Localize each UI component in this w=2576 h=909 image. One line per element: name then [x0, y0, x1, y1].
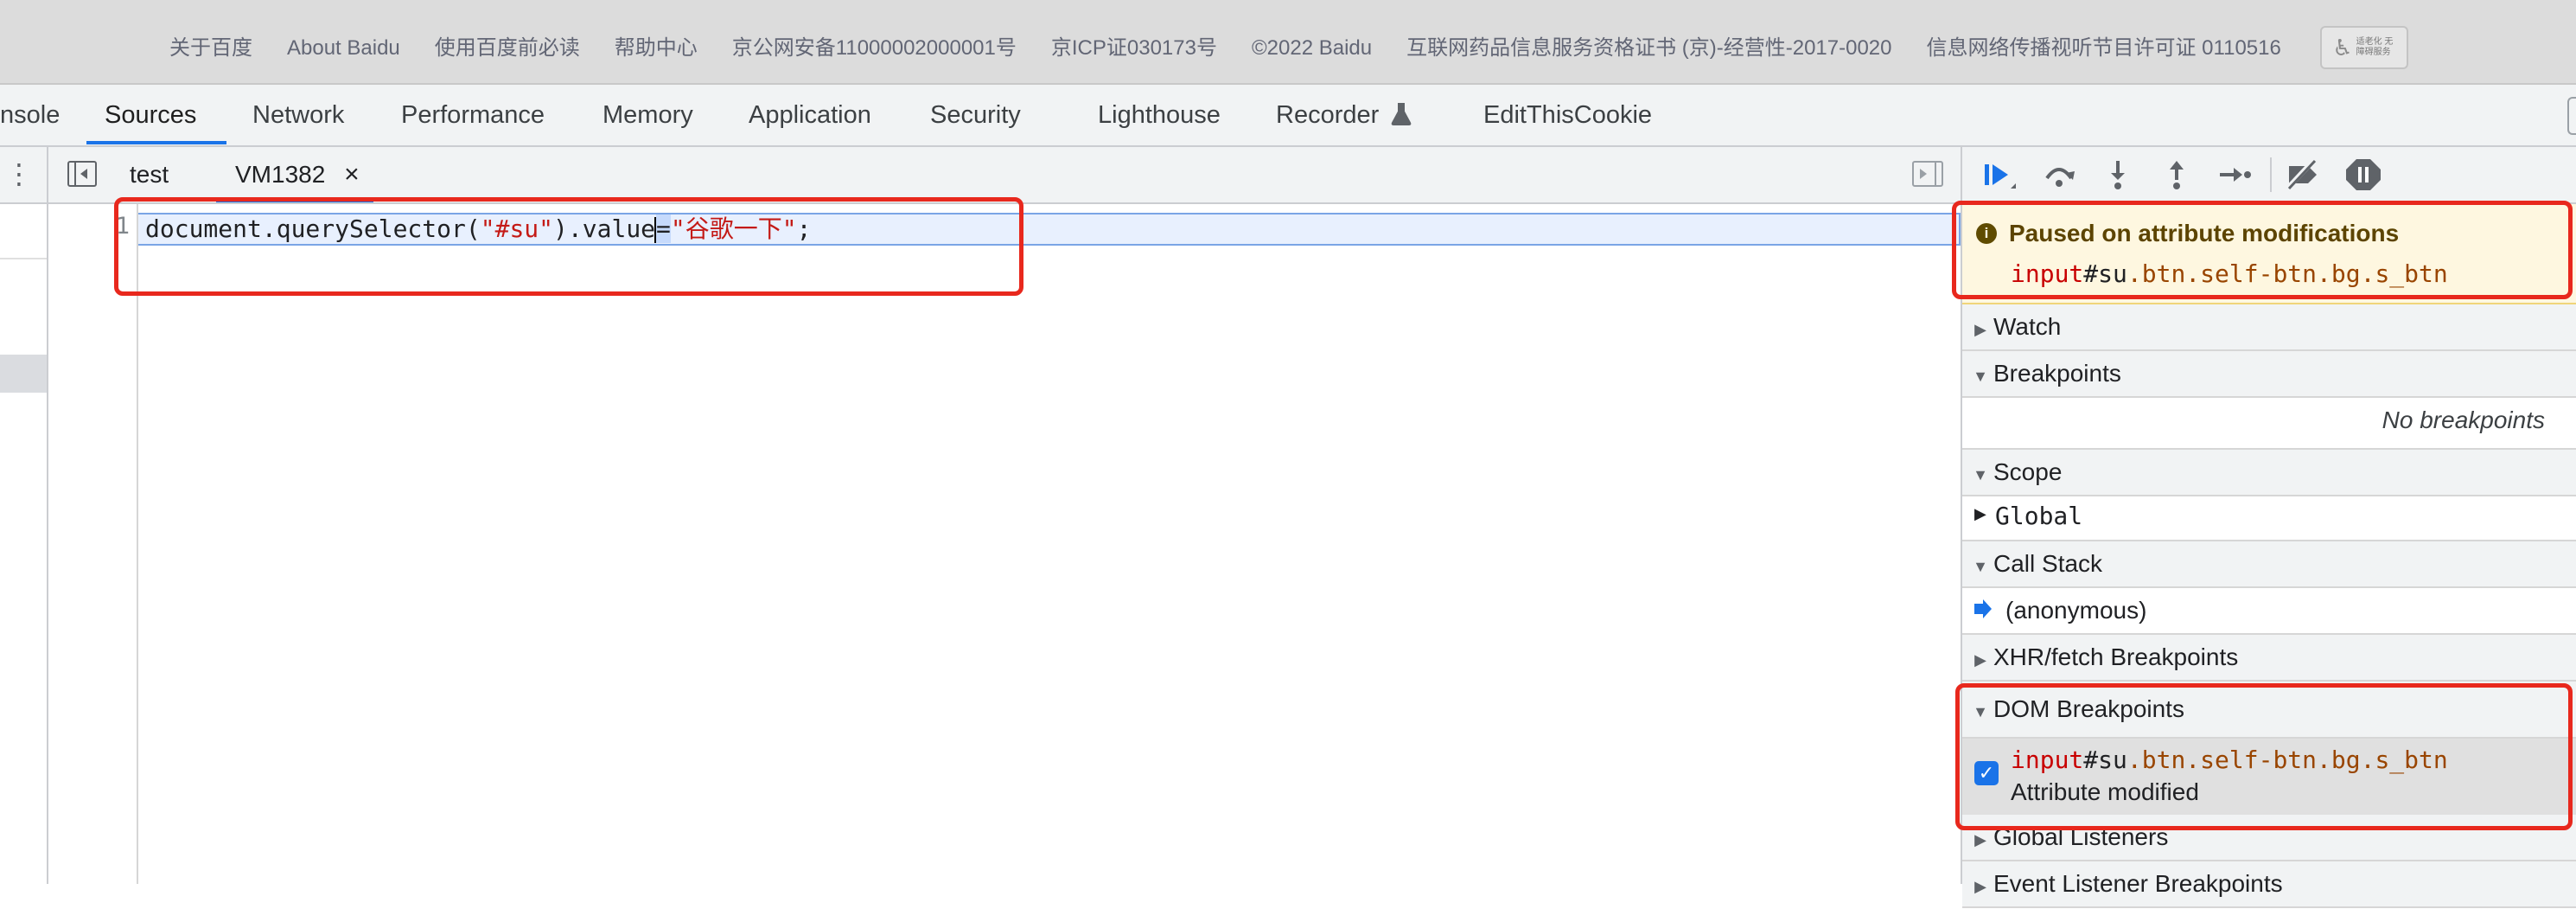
step-over-icon[interactable] — [2040, 157, 2078, 192]
annotation-box-code — [114, 197, 1023, 296]
annotation-box-paused — [1952, 201, 2573, 299]
divider — [2270, 157, 2272, 192]
section-title: Watch — [1993, 313, 2062, 340]
divider — [47, 147, 48, 202]
triangle-right-icon[interactable]: ▶ — [1974, 505, 1986, 523]
scope-body: ▶ Global — [1962, 496, 2576, 541]
tab-recorder[interactable]: Recorder — [1276, 85, 1412, 145]
footer-link[interactable]: About Baidu — [287, 33, 400, 64]
baidu-footer: 关于百度 About Baidu 使用百度前必读 帮助中心 京公网安备11000… — [0, 0, 2576, 85]
call-stack-body: (anonymous) — [1962, 588, 2576, 635]
footer-link[interactable]: 使用百度前必读 — [435, 33, 580, 64]
resume-icon[interactable] — [1981, 157, 2019, 192]
footer-link[interactable]: 关于百度 — [169, 33, 252, 64]
footer-link[interactable]: 信息网络传播视听节目许可证 0110516 — [1927, 33, 2281, 64]
section-call-stack[interactable]: ▼ Call Stack — [1962, 541, 2576, 588]
section-title: Breakpoints — [1993, 360, 2121, 387]
section-scope[interactable]: ▼ Scope — [1962, 450, 2576, 496]
tab-lighthouse[interactable]: Lighthouse — [1098, 85, 1221, 145]
triangle-down-icon: ▼ — [1973, 368, 1988, 385]
deactivate-breakpoints-icon[interactable] — [2284, 157, 2322, 192]
no-breakpoints-message: No breakpoints — [2382, 406, 2545, 433]
pause-on-exceptions-icon[interactable] — [2344, 157, 2382, 192]
tab-security[interactable]: Security — [930, 85, 1021, 145]
file-tab-vm1382[interactable]: VM1382 × — [235, 147, 360, 202]
flask-icon — [1392, 103, 1412, 125]
tab-memory[interactable]: Memory — [603, 85, 693, 145]
triangle-down-icon: ▼ — [1973, 466, 1988, 483]
selected-file-row[interactable] — [0, 355, 47, 393]
footer-link[interactable]: 互联网药品信息服务资格证书 (京)-经营性-2017-0020 — [1406, 33, 1891, 64]
triangle-right-icon: ▶ — [1974, 321, 1986, 338]
wheelchair-icon: ♿ — [2332, 34, 2353, 61]
file-tab-test[interactable]: test — [130, 147, 169, 202]
debugger-toolbar — [1962, 147, 2576, 204]
devtools-main-tabs: nsole Sources Network Performance Memory… — [0, 85, 2576, 147]
section-title: XHR/fetch Breakpoints — [1993, 643, 2239, 670]
code-editor[interactable]: document.querySelector("#su").value="谷歌一… — [138, 204, 1961, 884]
tab-network[interactable]: Network — [252, 85, 344, 145]
step-out-icon[interactable] — [2158, 157, 2196, 192]
file-navigator — [0, 204, 48, 884]
close-icon[interactable]: × — [344, 160, 360, 189]
annotation-box-dom-breakpoints — [1955, 683, 2573, 830]
section-title: Call Stack — [1993, 550, 2103, 577]
active-tab-indicator — [86, 141, 226, 144]
footer-link[interactable]: 京公网安备11000002000001号 — [732, 33, 1017, 64]
breakpoints-body: No breakpoints — [1962, 398, 2576, 450]
line-gutter: 1 — [48, 204, 138, 884]
tab-sources[interactable]: Sources — [105, 85, 196, 145]
toggle-navigator-icon[interactable] — [67, 161, 97, 187]
section-breakpoints[interactable]: ▼ Breakpoints — [1962, 351, 2576, 398]
editor-tab-bar: ⋮ test VM1382 × — [0, 147, 1961, 204]
section-event-listener-breakpoints[interactable]: ▶ Event Listener Breakpoints — [1962, 861, 2576, 908]
more-options-icon[interactable]: ⋮ — [5, 157, 33, 190]
footer-link[interactable]: 帮助中心 — [615, 33, 698, 64]
triangle-right-icon: ▶ — [1974, 651, 1986, 669]
tab-application[interactable]: Application — [749, 85, 871, 145]
section-title: Scope — [1993, 458, 2063, 485]
triangle-right-icon: ▶ — [1974, 878, 1986, 895]
call-frame-anonymous[interactable]: (anonymous) — [2005, 597, 2146, 624]
tab-recorder-label: Recorder — [1276, 101, 1380, 129]
accessibility-badge-label: 适老化 无障碍服务 — [2356, 37, 2394, 57]
tab-editthiscookie[interactable]: EditThisCookie — [1483, 85, 1652, 145]
section-watch[interactable]: ▶ Watch — [1962, 304, 2576, 351]
file-tab-label: VM1382 — [235, 161, 326, 188]
scope-global[interactable]: Global — [1995, 502, 2082, 530]
step-into-icon[interactable] — [2099, 157, 2137, 192]
footer-link: ©2022 Baidu — [1251, 36, 1373, 60]
footer-link[interactable]: 京ICP证030173号 — [1051, 33, 1217, 64]
overflow-box — [2567, 97, 2576, 135]
divider — [0, 258, 47, 259]
footer-links: 关于百度 About Baidu 使用百度前必读 帮助中心 京公网安备11000… — [169, 33, 2281, 64]
step-icon[interactable] — [2216, 157, 2254, 192]
toggle-debugger-icon[interactable] — [1912, 161, 1943, 187]
triangle-down-icon: ▼ — [1973, 558, 1988, 575]
accessibility-badge[interactable]: ♿ 适老化 无障碍服务 — [2320, 26, 2408, 69]
tab-performance[interactable]: Performance — [401, 85, 545, 145]
current-frame-arrow-icon — [1974, 599, 1992, 618]
tab-console[interactable]: nsole — [0, 85, 60, 145]
section-xhr-breakpoints[interactable]: ▶ XHR/fetch Breakpoints — [1962, 635, 2576, 682]
